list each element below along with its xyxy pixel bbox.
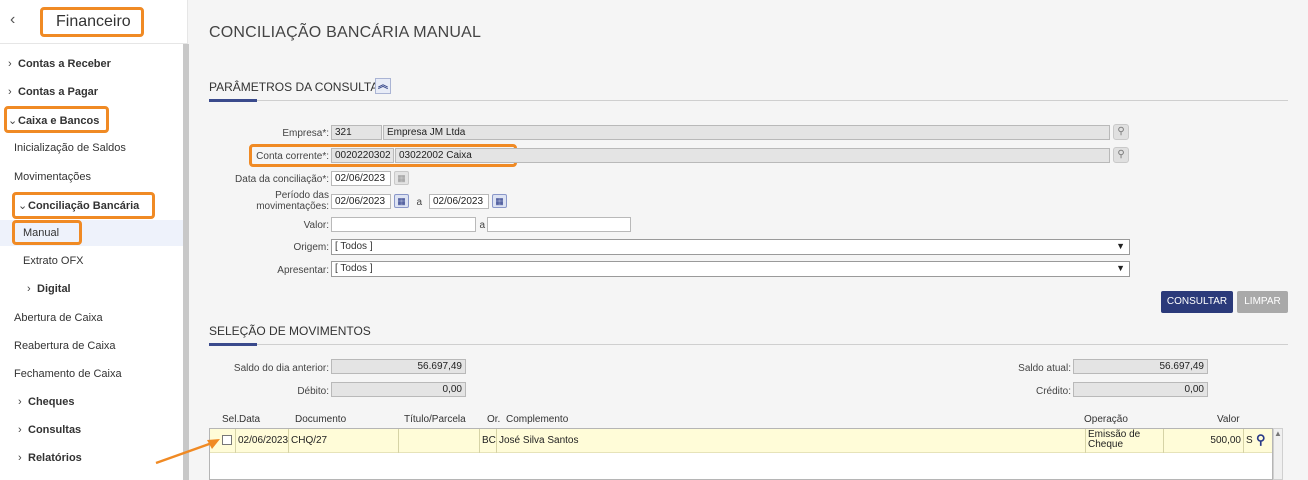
row-data: 02/06/2023 (236, 429, 289, 453)
section-title-parametros: PARÂMETROS DA CONSULTA (209, 80, 379, 94)
row-complemento: José Silva Santos (497, 429, 1086, 453)
chevron-right-icon: › (8, 58, 12, 70)
sidebar: ‹ Financeiro › Contas a Receber › Contas a… (0, 0, 188, 480)
sidebar-item-contas-a-pagar[interactable]: › Contas a Pagar (8, 86, 98, 98)
sidebar-item-abertura-de-caixa[interactable]: Abertura de Caixa (14, 312, 103, 324)
row-origem: BC (480, 429, 497, 453)
empresa-code-field[interactable]: 321 (331, 125, 382, 140)
sidebar-item-reabertura-de-caixa[interactable]: Reabertura de Caixa (14, 340, 116, 352)
search-icon[interactable]: ⚲ (1113, 124, 1129, 140)
debito-label: Débito: (297, 386, 329, 397)
col-header-data[interactable]: Data (239, 414, 260, 425)
debito-field: 0,00 (331, 382, 466, 397)
chevron-right-icon: › (18, 424, 22, 436)
apresentar-select[interactable]: [ Todos ] ▼ (331, 261, 1130, 277)
periodo-from-field[interactable]: 02/06/2023 (331, 194, 391, 209)
periodo-separator: a (416, 197, 422, 208)
section-title-selecao: SELEÇÃO DE MOVIMENTOS (209, 324, 371, 338)
col-header-operacao[interactable]: Operação (1084, 414, 1128, 425)
table-row[interactable]: 02/06/2023 CHQ/27 BC José Silva Santos E… (210, 429, 1272, 453)
sidebar-item-manual[interactable]: Manual (23, 227, 59, 239)
row-operacao: Emissão de Cheque (1086, 429, 1164, 453)
sidebar-item-relatorios[interactable]: › Relatórios (18, 452, 82, 464)
saldo-atual-label: Saldo atual: (1018, 363, 1071, 374)
consultar-button[interactable]: CONSULTAR (1161, 291, 1233, 313)
sidebar-header: ‹ Financeiro (0, 0, 188, 44)
section-divider (209, 343, 1288, 346)
chevron-down-icon: ▼ (1116, 263, 1125, 273)
row-documento: CHQ/27 (289, 429, 399, 453)
conta-code-field[interactable]: 0020220302 (331, 148, 394, 163)
valor-label: Valor: (303, 220, 329, 231)
annotation-arrow-icon (155, 439, 220, 465)
periodo-to-field[interactable]: 02/06/2023 (429, 194, 489, 209)
chevron-right-icon: › (8, 86, 12, 98)
sidebar-item-consultas[interactable]: › Consultas (18, 424, 81, 436)
main-content: CONCILIAÇÃO BANCÁRIA MANUAL PARÂMETROS D… (189, 0, 1308, 480)
app-title: Financeiro (40, 7, 144, 37)
grid-scrollbar[interactable]: ▲ (1273, 428, 1283, 480)
chevron-left-icon[interactable]: ‹ (10, 11, 15, 29)
row-valor: 500,00 (1164, 429, 1244, 453)
empresa-name-field[interactable]: Empresa JM Ltda (383, 125, 1110, 140)
valor-separator: a (479, 220, 485, 231)
data-conciliacao-field[interactable]: 02/06/2023 (331, 171, 391, 186)
credito-field: 0,00 (1073, 382, 1208, 397)
col-header-origem[interactable]: Or. (487, 414, 500, 425)
saldo-atual-field: 56.697,49 (1073, 359, 1208, 374)
col-header-documento[interactable]: Documento (295, 414, 346, 425)
sidebar-item-contas-a-receber[interactable]: › Contas a Receber (8, 58, 111, 70)
sidebar-item-movimentacoes[interactable]: Movimentações (14, 171, 91, 183)
origem-label: Origem: (293, 242, 329, 253)
sidebar-item-caixa-e-bancos[interactable]: ⌄Caixa e Bancos (8, 114, 99, 127)
conta-name-field[interactable]: 03022002 Caixa (395, 148, 1110, 163)
collapse-up-icon[interactable]: ︽ (375, 78, 391, 94)
periodo-label: Período das movimentações: (256, 190, 329, 212)
col-header-valor[interactable]: Valor (1217, 414, 1240, 425)
limpar-button[interactable]: LIMPAR (1237, 291, 1288, 313)
chevron-right-icon: › (18, 452, 22, 464)
col-header-titulo-parcela[interactable]: Título/Parcela (404, 414, 466, 425)
sidebar-item-cheques[interactable]: › Cheques (18, 396, 74, 408)
calendar-icon: ▦ (394, 171, 409, 185)
apresentar-label: Apresentar: (277, 265, 329, 276)
chevron-right-icon: › (27, 283, 31, 295)
chevron-down-icon: ⌄ (18, 200, 28, 212)
sidebar-item-conciliacao-bancaria[interactable]: ⌄Conciliação Bancária (18, 199, 139, 212)
search-icon[interactable]: ⚲ (1113, 147, 1129, 163)
chevron-right-icon: › (18, 396, 22, 408)
empresa-label: Empresa*: (282, 128, 329, 139)
row-titulo (399, 429, 480, 453)
calendar-icon[interactable]: ▦ (394, 194, 409, 208)
valor-to-field[interactable] (487, 217, 631, 232)
col-header-sel[interactable]: Sel. (222, 414, 239, 425)
row-tipo: S (1246, 435, 1253, 446)
chevron-down-icon: ▼ (1116, 241, 1125, 251)
movements-table: 02/06/2023 CHQ/27 BC José Silva Santos E… (209, 428, 1273, 480)
section-divider (209, 99, 1288, 102)
credito-label: Crédito: (1035, 386, 1071, 397)
conta-corrente-label: Conta corrente*: (256, 151, 329, 162)
search-icon[interactable]: ⚲ (1256, 429, 1270, 453)
data-conciliacao-label: Data da conciliação*: (235, 174, 329, 185)
sidebar-item-extrato-ofx[interactable]: Extrato OFX (23, 255, 84, 267)
chevron-down-icon: ⌄ (8, 115, 18, 127)
saldo-anterior-field: 56.697,49 (331, 359, 466, 374)
col-header-complemento[interactable]: Complemento (506, 414, 568, 425)
page-title: CONCILIAÇÃO BANCÁRIA MANUAL (209, 24, 482, 41)
origem-select[interactable]: [ Todos ] ▼ (331, 239, 1130, 255)
calendar-icon[interactable]: ▦ (492, 194, 507, 208)
scroll-up-icon[interactable]: ▲ (1274, 429, 1282, 438)
saldo-anterior-label: Saldo do dia anterior: (233, 363, 329, 374)
sidebar-item-inicializacao-de-saldos[interactable]: Inicialização de Saldos (14, 142, 126, 154)
sidebar-item-fechamento-de-caixa[interactable]: Fechamento de Caixa (14, 368, 122, 380)
valor-from-field[interactable] (331, 217, 476, 232)
sidebar-item-digital[interactable]: › Digital (27, 283, 71, 295)
